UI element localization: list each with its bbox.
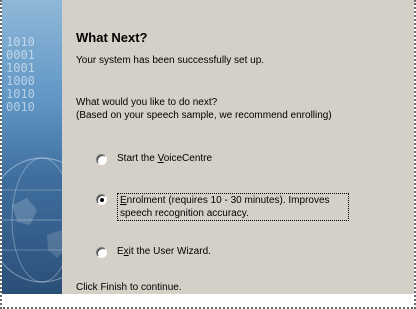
binary-digits-decoration: 1010 0001 1001 1000 1010 0010: [6, 36, 35, 114]
label-part: it the User Wizard.: [128, 246, 211, 257]
accelerator-key: E: [120, 195, 127, 206]
enrolment-option[interactable]: Enrolment (requires 10 - 30 minutes). Im…: [96, 193, 349, 221]
enrolment-label[interactable]: Enrolment (requires 10 - 30 minutes). Im…: [117, 193, 349, 221]
label-part: E: [117, 246, 124, 257]
wizard-page: 1010 0001 1001 1000 1010 0010 What Next?…: [2, 0, 414, 294]
enrolment-radio[interactable]: [96, 194, 107, 205]
next-step-question: What would you like to do next? (Based o…: [76, 96, 332, 122]
binary-line: 0010: [6, 100, 35, 114]
label-part: nrolment (requires 10 - 30 minutes). Imp…: [120, 195, 330, 219]
page-title: What Next?: [76, 30, 148, 45]
exit-wizard-label[interactable]: Exit the User Wizard.: [117, 246, 211, 257]
label-part: oiceCentre: [163, 153, 213, 164]
start-voicecentre-radio[interactable]: [96, 154, 107, 165]
start-voicecentre-label[interactable]: Start the VoiceCentre: [117, 153, 212, 164]
wizard-content: What Next? Your system has been successf…: [76, 0, 410, 294]
recommendation-line: (Based on your speech sample, we recomme…: [76, 110, 332, 121]
globe-icon: [2, 157, 62, 283]
exit-wizard-option[interactable]: Exit the User Wizard.: [96, 246, 211, 258]
exit-wizard-radio[interactable]: [96, 247, 107, 258]
setup-complete-text: Your system has been successfully set up…: [76, 55, 265, 66]
finish-instruction: Click Finish to continue.: [76, 282, 182, 293]
question-line: What would you like to do next?: [76, 97, 218, 108]
wizard-side-banner: 1010 0001 1001 1000 1010 0010: [2, 0, 62, 294]
label-part: Start the: [117, 153, 158, 164]
start-voicecentre-option[interactable]: Start the VoiceCentre: [96, 153, 212, 165]
